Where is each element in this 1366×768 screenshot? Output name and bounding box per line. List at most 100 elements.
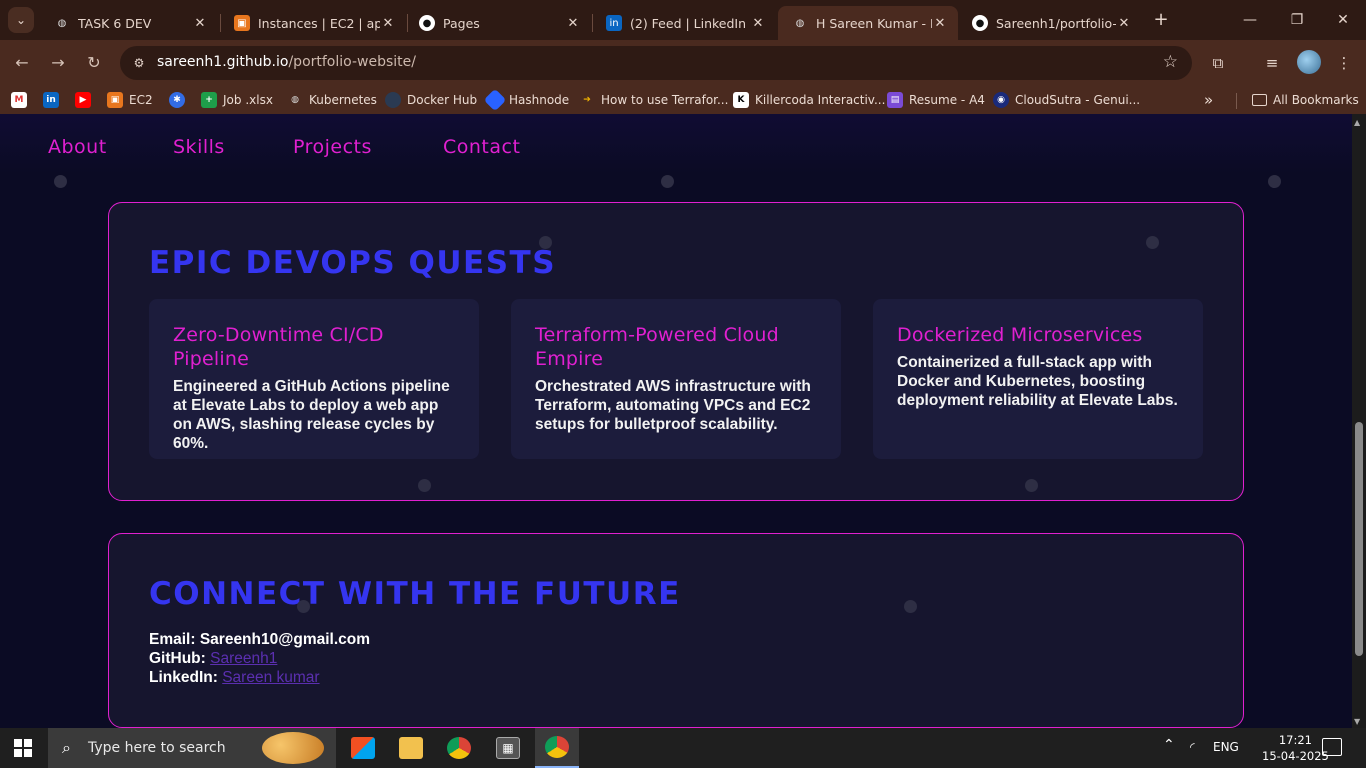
all-bookmarks[interactable]: All Bookmarks — [1252, 91, 1359, 109]
docker-icon — [385, 92, 401, 108]
close-icon[interactable]: ✕ — [1116, 16, 1132, 31]
tab-5-active[interactable]: ◍ H Sareen Kumar - De ✕ — [778, 6, 958, 40]
hashnode-icon — [483, 88, 507, 112]
tray-chevron-icon[interactable]: ⌃ — [1163, 737, 1175, 753]
tab-4[interactable]: in (2) Feed | LinkedIn ✕ — [592, 6, 776, 40]
tab-3[interactable]: ● Pages ✕ — [405, 6, 591, 40]
bookmark-terraform[interactable]: ➔ How to use Terrafor... — [579, 91, 728, 109]
tab-1[interactable]: ◍ TASK 6 DEV ✕ — [40, 6, 218, 40]
site-info-icon[interactable]: ⚙ — [130, 54, 148, 72]
wifi-icon[interactable]: ◜ — [1190, 740, 1195, 754]
bookmark-linkedin[interactable]: in — [43, 91, 65, 109]
bookmark-hashnode[interactable]: Hashnode — [483, 88, 570, 112]
page-scrollbar[interactable]: ▲ ▼ — [1352, 114, 1366, 728]
youtube-icon: ▶ — [75, 92, 91, 108]
back-icon[interactable]: ← — [11, 52, 33, 74]
taskbar-chrome[interactable] — [437, 728, 481, 768]
chrome-icon — [447, 737, 471, 759]
new-tab-icon[interactable]: + — [1150, 9, 1172, 31]
bookmark-star-icon[interactable]: ☆ — [1163, 52, 1178, 72]
kebab-menu-icon[interactable]: ⋮ — [1333, 52, 1355, 74]
bookmark-cloudsutra[interactable]: ◉ CloudSutra - Genui... — [993, 91, 1140, 109]
language-indicator[interactable]: ENG — [1213, 740, 1239, 754]
tab-title: Instances | EC2 | ap-so — [258, 15, 380, 31]
taskbar-store[interactable] — [341, 728, 385, 768]
browser-toolbar: ← → ↻ ⚙ sareenh1.github.io/portfolio-web… — [0, 40, 1366, 86]
forward-icon[interactable]: → — [47, 52, 69, 74]
taskbar-search[interactable]: ⌕ Type here to search — [48, 728, 336, 768]
minimize-icon[interactable]: — — [1240, 10, 1260, 30]
clock[interactable]: 17:21 15-04-2025 — [1262, 732, 1329, 764]
nav-projects[interactable]: Projects — [293, 136, 372, 158]
close-icon[interactable]: ✕ — [192, 16, 208, 31]
nav-about[interactable]: About — [48, 136, 107, 158]
projects-heading: EPIC DEVOPS QUESTS — [149, 245, 557, 281]
bookmark-label: Killercoda Interactiv... — [755, 93, 886, 107]
web-page: About Skills Projects Contact EPIC DEVOP… — [0, 114, 1352, 728]
tab-strip: ⌄ ◍ TASK 6 DEV ✕ ▣ Instances | EC2 | ap-… — [0, 0, 1366, 40]
contact-heading: CONNECT WITH THE FUTURE — [149, 576, 681, 612]
close-icon[interactable]: ✕ — [380, 16, 396, 31]
email-value: Sareenh10@gmail.com — [199, 631, 371, 648]
reload-icon[interactable]: ↻ — [83, 52, 105, 74]
nav-skills[interactable]: Skills — [173, 136, 225, 158]
resume-icon: ▤ — [887, 92, 903, 108]
particle-dot — [1025, 479, 1038, 492]
scroll-down-icon[interactable]: ▼ — [1354, 717, 1360, 726]
scrollbar-thumb[interactable] — [1355, 422, 1363, 656]
contact-linkedin-row: LinkedIn: Sareen kumar — [149, 668, 370, 687]
notification-icon[interactable] — [1322, 738, 1342, 756]
bookmark-job-xlsx[interactable]: + Job .xlsx — [201, 91, 273, 109]
bookmark-ec2[interactable]: ▣ EC2 — [107, 91, 153, 109]
bookmark-kubernetes-logo[interactable]: ✱ — [169, 91, 191, 109]
close-icon[interactable]: ✕ — [932, 16, 948, 31]
windows-start-icon[interactable] — [14, 739, 32, 757]
project-description: Containerized a full-stack app with Dock… — [897, 354, 1178, 409]
taskbar-explorer[interactable] — [389, 728, 433, 768]
profile-avatar[interactable] — [1297, 50, 1321, 74]
close-window-icon[interactable]: ✕ — [1333, 10, 1353, 30]
bookmark-label: How to use Terrafor... — [601, 93, 729, 107]
more-bookmarks-icon[interactable]: » — [1204, 91, 1213, 109]
linkedin-link[interactable]: Sareen kumar — [222, 669, 319, 686]
github-icon: ● — [419, 15, 435, 31]
extensions-icon[interactable]: ⧉ — [1207, 52, 1229, 74]
windows-taskbar: ⌕ Type here to search ▦ ⌃ ◜ ENG 17:21 15… — [0, 728, 1366, 768]
project-card: Dockerized Microservices Containerized a… — [873, 299, 1203, 459]
media-control-icon[interactable]: ≡ — [1261, 52, 1283, 74]
bookmark-killercoda[interactable]: K Killercoda Interactiv... — [733, 91, 885, 109]
bookmark-gmail[interactable]: M — [11, 91, 33, 109]
particle-dot — [539, 236, 552, 249]
close-icon[interactable]: ✕ — [565, 16, 581, 31]
github-link[interactable]: Sareenh1 — [210, 650, 277, 667]
project-title: Zero-Downtime CI/CD Pipeline — [173, 324, 384, 370]
tab-title: Sareenh1/portfolio-w — [996, 15, 1116, 31]
particle-dot — [297, 600, 310, 613]
clock-time: 17:21 — [1278, 733, 1312, 747]
aws-icon: ▣ — [107, 92, 123, 108]
bookmark-divider — [1236, 93, 1237, 109]
nav-contact[interactable]: Contact — [443, 136, 520, 158]
particle-dot — [1146, 236, 1159, 249]
bookmark-resume[interactable]: ▤ Resume - A4 — [887, 91, 985, 109]
paint-palette-icon — [262, 732, 324, 764]
address-bar[interactable]: ⚙ sareenh1.github.io/portfolio-website/ … — [120, 46, 1192, 80]
tab-6[interactable]: ● Sareenh1/portfolio-w ✕ — [958, 6, 1142, 40]
taskbar-app[interactable]: ▦ — [486, 728, 530, 768]
bookmark-label: All Bookmarks — [1273, 93, 1359, 107]
store-icon — [351, 737, 375, 759]
bookmark-label: Hashnode — [509, 93, 570, 107]
tab-2[interactable]: ▣ Instances | EC2 | ap-so ✕ — [220, 6, 406, 40]
linkedin-icon: in — [43, 92, 59, 108]
tab-search-button[interactable]: ⌄ — [8, 7, 34, 33]
bookmark-kubernetes[interactable]: ◍ Kubernetes — [287, 91, 377, 109]
bookmark-docker-hub[interactable]: Docker Hub — [385, 91, 477, 109]
scroll-up-icon[interactable]: ▲ — [1354, 118, 1360, 127]
taskbar-chrome-active[interactable] — [535, 728, 579, 768]
tab-title: TASK 6 DEV — [78, 15, 152, 31]
bookmark-youtube[interactable]: ▶ — [75, 91, 97, 109]
restore-icon[interactable]: ❐ — [1287, 10, 1307, 30]
particle-dot — [418, 479, 431, 492]
close-icon[interactable]: ✕ — [750, 16, 766, 31]
github-icon: ● — [972, 15, 988, 31]
